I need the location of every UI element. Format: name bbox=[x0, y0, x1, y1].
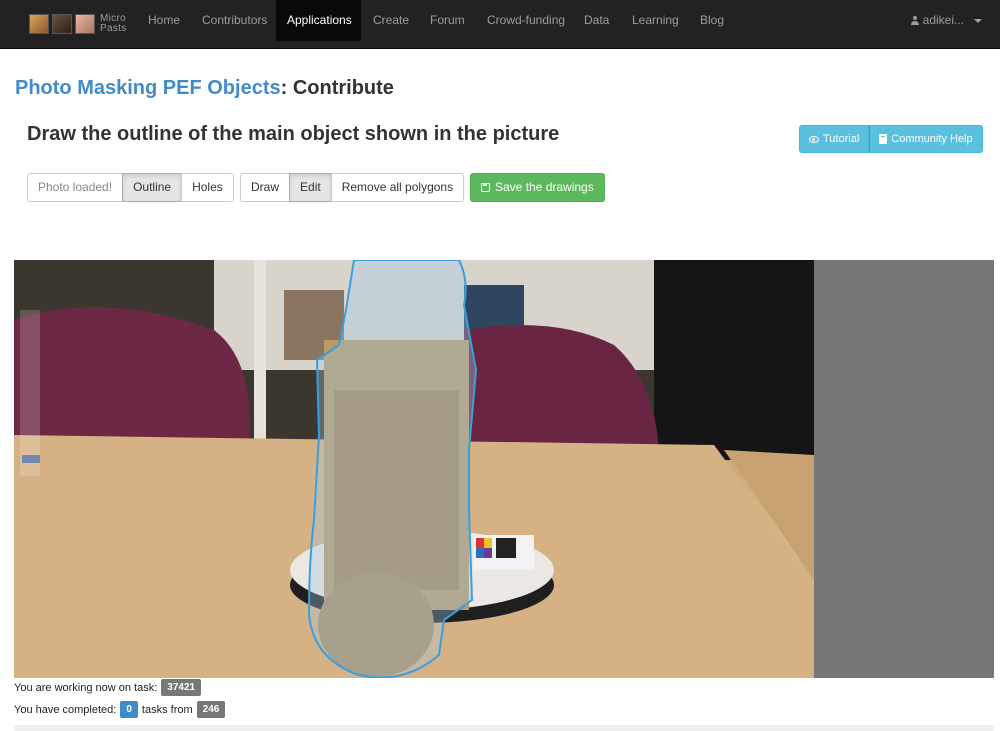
completed-line: You have completed: 0 tasks from 246 bbox=[14, 701, 226, 718]
help-button-group: Tutorial Community Help bbox=[799, 125, 983, 153]
user-name: adikei... bbox=[922, 13, 964, 27]
completed-count-badge: 0 bbox=[120, 701, 138, 718]
mode-button-group: Photo loaded! Outline Holes bbox=[27, 173, 234, 202]
user-menu[interactable]: adikei... bbox=[910, 0, 982, 41]
nav-data[interactable]: Data bbox=[573, 0, 620, 41]
edit-button[interactable]: Edit bbox=[289, 173, 332, 202]
nav-learning[interactable]: Learning bbox=[621, 0, 690, 41]
community-help-label: Community Help bbox=[891, 133, 973, 145]
brand-image-2 bbox=[52, 14, 72, 34]
zoom-slider-track[interactable] bbox=[20, 310, 40, 476]
progress-bar bbox=[14, 725, 994, 731]
draw-button[interactable]: Draw bbox=[240, 173, 291, 202]
project-link[interactable]: Photo Masking PEF Objects bbox=[15, 77, 281, 99]
holes-button[interactable]: Holes bbox=[181, 173, 234, 202]
total-tasks-badge: 246 bbox=[196, 701, 226, 718]
object-photo[interactable] bbox=[14, 260, 814, 678]
user-icon bbox=[910, 16, 919, 25]
save-drawings-button[interactable]: Save the drawings bbox=[470, 173, 605, 202]
eye-icon bbox=[809, 135, 819, 143]
brand-logo[interactable]: Micro Pasts bbox=[29, 6, 127, 42]
page-title-suffix: : Contribute bbox=[280, 77, 394, 99]
caret-down-icon bbox=[974, 18, 982, 23]
task-id-badge: 37421 bbox=[161, 679, 202, 696]
remove-polygons-button[interactable]: Remove all polygons bbox=[330, 173, 465, 202]
brand-text-bottom: Pasts bbox=[100, 23, 127, 34]
nav-contributors[interactable]: Contributors bbox=[191, 0, 278, 41]
save-icon bbox=[481, 183, 490, 192]
top-navbar: Micro Pasts Home Contributors Applicatio… bbox=[0, 0, 1000, 49]
task-instruction: Draw the outline of the main object show… bbox=[27, 123, 560, 145]
nav-forum[interactable]: Forum bbox=[419, 0, 476, 41]
zoom-slider-handle[interactable] bbox=[22, 455, 40, 463]
page-title: Photo Masking PEF Objects: Contribute bbox=[15, 77, 394, 100]
completed-label: You have completed: bbox=[14, 703, 117, 716]
brand-text: Micro Pasts bbox=[100, 14, 127, 34]
save-drawings-label: Save the drawings bbox=[495, 180, 594, 194]
brand-image-3 bbox=[75, 14, 95, 34]
tasks-from-label: tasks from bbox=[141, 703, 193, 716]
community-help-button[interactable]: Community Help bbox=[869, 125, 983, 153]
brand-image-1 bbox=[29, 14, 49, 34]
working-task-label: You are working now on task: bbox=[14, 681, 158, 694]
nav-applications[interactable]: Applications bbox=[276, 0, 361, 41]
nav-home[interactable]: Home bbox=[137, 0, 191, 41]
nav-crowd-funding[interactable]: Crowd-funding bbox=[476, 0, 576, 41]
tutorial-label: Tutorial bbox=[823, 133, 860, 145]
nav-create[interactable]: Create bbox=[362, 0, 420, 41]
tutorial-button[interactable]: Tutorial bbox=[799, 125, 870, 153]
photo-svg bbox=[14, 260, 814, 678]
photo-status-button[interactable]: Photo loaded! bbox=[27, 173, 124, 202]
drawing-canvas[interactable] bbox=[14, 260, 994, 678]
task-progress-line: You are working now on task: 37421 bbox=[14, 679, 202, 696]
outline-button[interactable]: Outline bbox=[122, 173, 183, 202]
book-icon bbox=[879, 134, 888, 144]
edit-button-group: Draw Edit Remove all polygons bbox=[240, 173, 465, 202]
nav-blog[interactable]: Blog bbox=[689, 0, 735, 41]
